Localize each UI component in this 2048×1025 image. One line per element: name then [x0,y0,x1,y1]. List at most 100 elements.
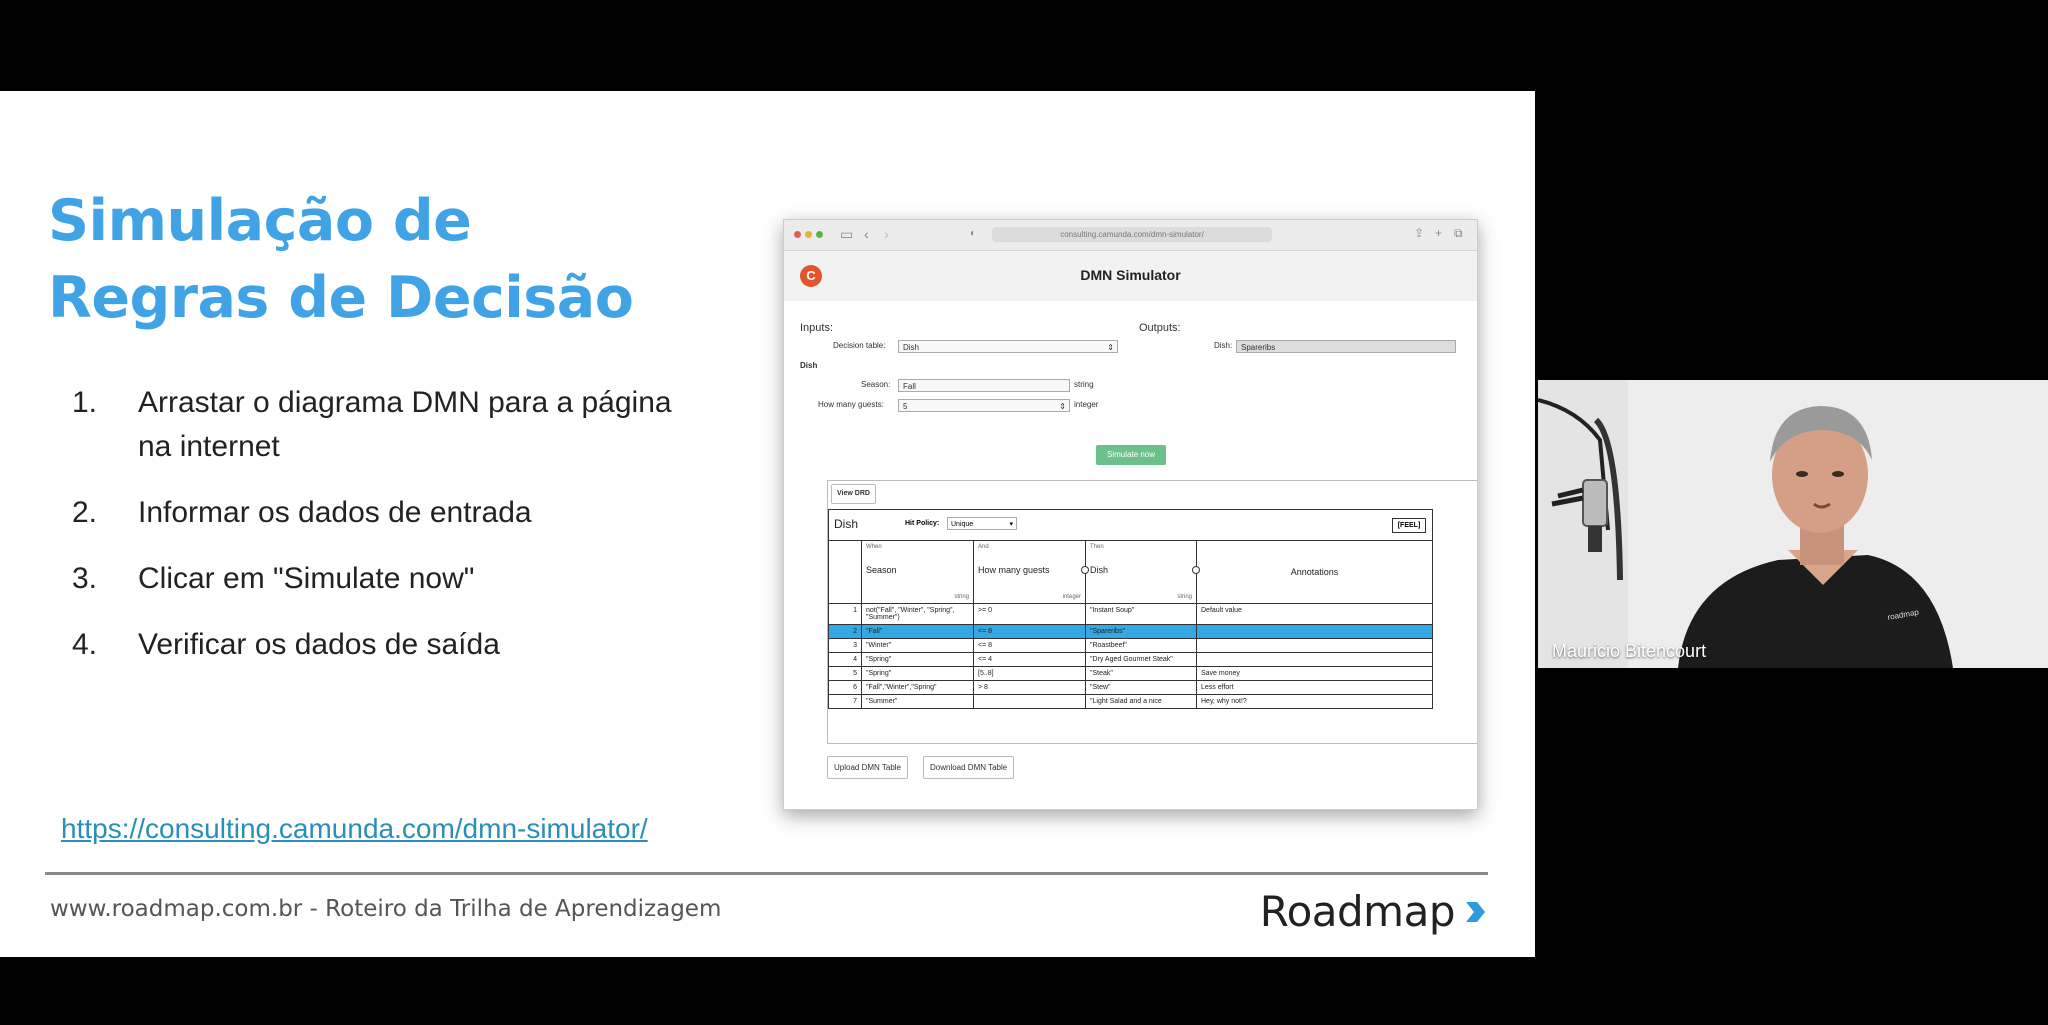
annotation-cell[interactable] [1197,625,1432,638]
output-dish-label: Dish: [1214,341,1233,350]
guests-label: How many guests: [818,400,884,409]
table-row[interactable]: 3 "Winter" <= 8 "Roastbeef" [828,639,1433,653]
season-cell[interactable]: "Spring" [862,667,974,680]
table-row[interactable]: 5 "Spring" [5..8] "Steak" Save money [828,667,1433,681]
season-cell[interactable]: "Summer" [862,695,974,708]
annotation-cell[interactable] [1197,653,1432,666]
outputs-label: Outputs: [1139,322,1181,334]
row-number: 3 [829,639,862,652]
back-icon[interactable]: ‹ [864,226,869,242]
step-text: Arrastar o diagrama DMN para a página na… [138,386,672,463]
view-drd-button[interactable]: View DRD [831,484,876,504]
table-row[interactable]: 4 "Spring" <= 4 "Dry Aged Gourmet Steak" [828,653,1433,667]
stepper-icon[interactable]: ⇕ [1059,400,1066,413]
step-number: 2. [72,496,98,529]
guests-cell[interactable]: <= 8 [974,625,1086,638]
column-kind: And [978,544,989,550]
browser-toolbar: ▭ ‹ › ◐ consulting.camunda.com/dmn-simul… [784,220,1477,251]
table-row-selected[interactable]: 2 "Fall" <= 8 "Spareribs" [828,625,1433,639]
column-name: Annotations [1290,567,1339,577]
feel-badge: [FEEL] [1392,518,1426,533]
simulate-now-button[interactable]: Simulate now [1096,445,1166,465]
step-item: 4. Verificar os dados de saída [72,623,672,667]
upload-dmn-table-button[interactable]: Upload DMN Table [827,756,908,779]
maximize-window-dot[interactable] [816,231,823,238]
add-input-column-handle[interactable] [1081,566,1089,574]
dish-cell[interactable]: "Instant Soup" [1086,604,1197,624]
hit-policy-select[interactable]: Unique ▾ [947,517,1017,530]
step-number: 1. [72,386,98,419]
dish-cell[interactable]: "Light Salad and a nice [1086,695,1197,708]
participant-name: Mauricio Bitencourt [1552,641,1707,661]
chevron-down-icon: ▾ [1009,521,1013,528]
guests-cell[interactable]: >= 0 [974,604,1086,624]
season-cell[interactable]: "Fall","Winter","Spring" [862,681,974,694]
column-header-dish[interactable]: Then Dish string [1086,541,1200,603]
steps-list: 1. Arrastar o diagrama DMN para a página … [72,381,672,689]
decision-table-header: Dish Hit Policy: Unique ▾ [FEEL] [828,509,1433,540]
download-dmn-table-button[interactable]: Download DMN Table [923,756,1015,779]
app-title: DMN Simulator [1080,267,1181,283]
decision-table-select[interactable]: Dish ⇕ [898,340,1118,353]
season-cell[interactable]: "Fall" [862,625,974,638]
inputs-label: Inputs: [800,322,834,334]
guests-input[interactable]: 5 ⇕ [898,399,1070,412]
annotation-cell[interactable]: Less effort [1197,681,1432,694]
season-cell[interactable]: "Winter" [862,639,974,652]
minimize-window-dot[interactable] [805,231,812,238]
dish-cell[interactable]: "Stew" [1086,681,1197,694]
address-bar[interactable]: consulting.camunda.com/dmn-simulator/ [992,227,1272,242]
footer-divider [45,872,1488,875]
guests-cell[interactable] [974,695,1086,708]
row-number: 1 [829,604,862,624]
guests-cell[interactable]: <= 8 [974,639,1086,652]
step-text: Verificar os dados de saída [138,628,500,661]
table-row[interactable]: 1 not("Fall", "Winter", "Spring", "Summe… [828,604,1433,625]
dmn-table-panel: View DRD Dish Hit Policy: Unique ▾ [FEEL]… [827,480,1477,744]
webcam-video-tile[interactable]: roadmap Mauricio Bitencourt [1538,380,2048,668]
guests-cell[interactable]: <= 4 [974,653,1086,666]
guests-cell[interactable]: > 8 [974,681,1086,694]
column-headers: When Season string And How many guests i… [828,540,1433,604]
step-text: Clicar em "Simulate now" [138,562,475,595]
webcam-video-frame: roadmap [1538,380,2048,668]
guests-cell[interactable]: [5..8] [974,667,1086,680]
dish-cell[interactable]: "Spareribs" [1086,625,1197,638]
tabs-overview-icon[interactable]: ⧉ [1454,226,1463,241]
annotation-cell[interactable]: Save money [1197,667,1432,680]
new-tab-icon[interactable]: + [1435,226,1442,240]
sidebar-icon[interactable]: ▭ [840,226,853,243]
dish-cell[interactable]: "Roastbeef" [1086,639,1197,652]
slide-title: Simulação de Regras de Decisão [48,183,634,337]
annotation-cell[interactable] [1197,639,1432,652]
hit-policy-value: Unique [951,521,974,528]
close-window-dot[interactable] [794,231,801,238]
season-cell[interactable]: not("Fall", "Winter", "Spring", "Summer"… [862,604,974,624]
season-input[interactable]: Fall [898,379,1070,392]
column-kind: Then [1090,544,1104,550]
column-header-annotations[interactable]: Annotations [1197,541,1432,603]
season-cell[interactable]: "Spring" [862,653,974,666]
column-name: Season [866,565,897,575]
column-kind: When [866,544,882,550]
forward-icon[interactable]: › [884,226,889,242]
dish-cell[interactable]: "Dry Aged Gourmet Steak" [1086,653,1197,666]
roadmap-logo: Roadmap [1260,887,1487,936]
dish-cell[interactable]: "Steak" [1086,667,1197,680]
step-item: 3. Clicar em "Simulate now" [72,557,672,601]
share-icon[interactable]: ⇪ [1414,226,1424,240]
column-header-season[interactable]: When Season string [862,541,974,603]
privacy-shield-icon[interactable]: ◐ [970,228,976,239]
column-header-guests[interactable]: And How many guests integer [974,541,1089,603]
table-row[interactable]: 6 "Fall","Winter","Spring" > 8 "Stew" Le… [828,681,1433,695]
dmn-simulator-link[interactable]: https://consulting.camunda.com/dmn-simul… [61,813,648,845]
table-row[interactable]: 7 "Summer" "Light Salad and a nice Hey, … [828,695,1433,709]
annotation-cell[interactable]: Hey, why not!? [1197,695,1432,708]
annotation-cell[interactable]: Default value [1197,604,1432,624]
step-item: 2. Informar os dados de entrada [72,491,672,535]
chevron-right-icon [1466,901,1485,922]
step-number: 4. [72,628,98,661]
row-number: 7 [829,695,862,708]
add-output-column-handle[interactable] [1192,566,1200,574]
row-number-header [829,541,862,603]
